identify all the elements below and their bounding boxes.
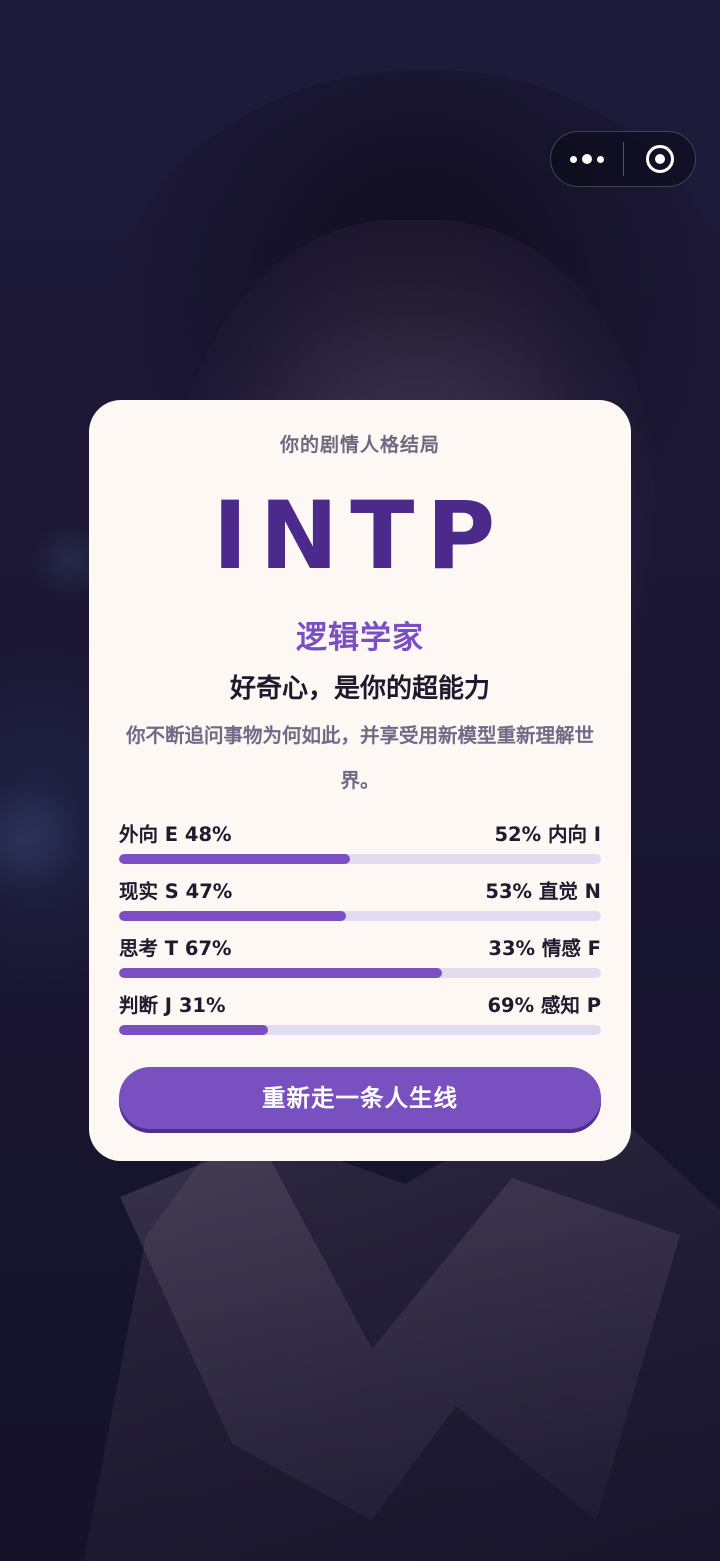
mini-program-capsule — [550, 131, 696, 187]
dimension-bar-fill — [119, 911, 346, 921]
replay-button[interactable]: 重新走一条人生线 — [119, 1067, 601, 1129]
dimension-row: 外向 E 48% 52% 内向 I — [119, 818, 601, 875]
dimension-bar — [119, 968, 601, 978]
dimension-bar — [119, 854, 601, 864]
dimension-left-label: 判断 J 31% — [119, 994, 226, 1017]
dimension-list: 外向 E 48% 52% 内向 I 现实 S 47% 53% 直觉 N 思考 T… — [119, 818, 601, 1046]
result-subtitle: 你的剧情人格结局 — [279, 434, 440, 456]
dimension-left-label: 外向 E 48% — [119, 823, 232, 846]
dimension-bar-fill — [119, 968, 442, 978]
dimension-right-label: 33% 情感 F — [488, 937, 601, 960]
dimension-bar — [119, 911, 601, 921]
dimension-left-label: 思考 T 67% — [119, 937, 232, 960]
personality-tagline: 好奇心，是你的超能力 — [229, 674, 490, 704]
dimension-left-label: 现实 S 47% — [119, 880, 233, 903]
target-close-icon — [645, 145, 674, 173]
dimension-bar-fill — [119, 1025, 269, 1035]
personality-type-code: INTP — [212, 482, 508, 591]
personality-type-name: 逻辑学家 — [296, 620, 424, 656]
result-card: 你的剧情人格结局 INTP 逻辑学家 好奇心，是你的超能力 你不断追问事物为何如… — [89, 400, 631, 1161]
screen: 你的剧情人格结局 INTP 逻辑学家 好奇心，是你的超能力 你不断追问事物为何如… — [0, 0, 720, 1561]
more-dots-icon — [570, 154, 604, 164]
dimension-bar — [119, 1025, 601, 1035]
dimension-row: 现实 S 47% 53% 直觉 N — [119, 875, 601, 932]
bokeh-light — [0, 780, 80, 900]
more-button[interactable] — [551, 132, 623, 186]
dimension-row: 思考 T 67% 33% 情感 F — [119, 932, 601, 989]
personality-description: 你不断追问事物为何如此，并享受用新模型重新理解世界。 — [125, 724, 594, 792]
dimension-row: 判断 J 31% 69% 感知 P — [119, 989, 601, 1046]
close-button[interactable] — [624, 132, 695, 186]
dimension-right-label: 52% 内向 I — [494, 823, 601, 846]
dimension-bar-fill — [119, 854, 351, 864]
dimension-right-label: 53% 直觉 N — [485, 880, 601, 903]
dimension-right-label: 69% 感知 P — [487, 994, 601, 1017]
